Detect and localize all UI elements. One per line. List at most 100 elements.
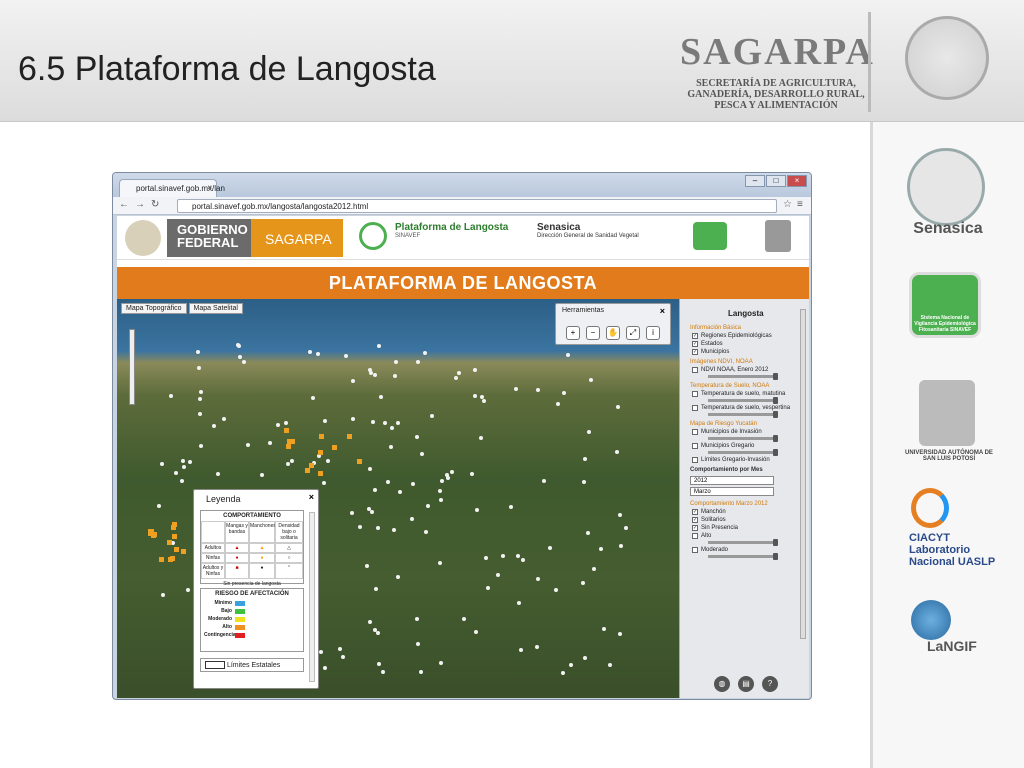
map-marker [438, 497, 443, 502]
map-marker [367, 619, 372, 624]
year-select[interactable]: 2012 [690, 476, 774, 485]
map-marker [623, 526, 628, 531]
uaslp-crest-icon [919, 380, 975, 446]
zoom-in-icon[interactable]: + [566, 326, 580, 340]
layer-manchon[interactable]: ✓ Manchón [680, 508, 809, 516]
map-marker-orange [170, 524, 176, 530]
map-marker [289, 459, 294, 464]
sidebar-scrollbar[interactable] [800, 309, 806, 639]
address-bar[interactable]: portal.sinavef.gob.mx/langosta/langosta2… [177, 199, 777, 213]
map-marker [555, 401, 560, 406]
temp-vespertina-slider[interactable] [708, 411, 778, 418]
pan-hand-icon[interactable]: ✋ [606, 326, 620, 340]
help-icon[interactable]: ? [762, 676, 778, 692]
info-icon[interactable]: i [646, 326, 660, 340]
browser-window: portal.sinavef.gob.mx/lan × – □ × ← → ↻ … [112, 172, 812, 700]
map-marker [456, 371, 461, 376]
map-marker [398, 489, 403, 494]
map-marker [197, 396, 202, 401]
map-marker [439, 478, 444, 483]
map-marker [414, 435, 419, 440]
alto-slider[interactable] [708, 539, 778, 546]
map-marker [351, 416, 356, 421]
map-marker [592, 566, 597, 571]
star-icon[interactable]: ☆ [783, 199, 792, 210]
risk-level-item: Contingencia [201, 631, 303, 639]
reload-icon[interactable]: ↻ [151, 199, 159, 210]
section-comportamiento-marzo: Comportamiento Marzo 2012 [690, 501, 768, 507]
map-marker [212, 423, 217, 428]
close-button[interactable]: × [787, 175, 807, 187]
tools-close-icon[interactable]: × [660, 306, 665, 316]
zoom-slider[interactable] [129, 329, 135, 405]
sidebar-title: Langosta [728, 309, 764, 318]
layer-temp-vespertina[interactable]: Temperatura de suelo, vespertina [680, 404, 809, 412]
tab-close-icon[interactable]: × [207, 183, 212, 192]
map-marker [410, 482, 415, 487]
tools-title: Herramientas [562, 307, 605, 314]
menu-icon[interactable]: ≡ [797, 199, 803, 210]
moderado-slider[interactable] [708, 553, 778, 560]
back-arrow-icon[interactable]: ← [119, 199, 129, 210]
map-marker [518, 648, 523, 653]
map-marker [340, 655, 345, 660]
layer-alto[interactable]: Alto [680, 532, 809, 540]
layer-temp-matutina[interactable]: Temperatura de suelo, matutina [680, 390, 809, 398]
map-marker [534, 644, 539, 649]
map-marker [508, 505, 513, 510]
map-marker [449, 469, 454, 474]
map-marker [515, 554, 520, 559]
browser-tab[interactable]: portal.sinavef.gob.mx/lan × [119, 179, 225, 197]
map-marker-orange [180, 549, 186, 555]
map-marker [388, 444, 393, 449]
forward-arrow-icon[interactable]: → [135, 199, 145, 210]
ndvi-opacity-slider[interactable] [708, 373, 778, 380]
layer-ndvi[interactable]: NDVI NOAA, Enero 2012 [680, 366, 809, 374]
full-extent-icon[interactable]: ⤢ [626, 326, 640, 340]
layer-municipios[interactable]: ✓ Municipios [680, 348, 809, 356]
ciacyt-label: CIACYT Laboratorio Nacional UASLP [909, 532, 996, 568]
sinavef-logo: Sistema Nacional de Vigilancia Epidemiol… [909, 272, 981, 338]
layer-estados[interactable]: ✓ Estados [680, 340, 809, 348]
map-marker-orange [174, 547, 180, 553]
map-marker [589, 377, 594, 382]
map-marker [536, 576, 541, 581]
riesgo-box: RIESGO DE AFECTACIÓN Mínimo Bajo Moderado A… [200, 588, 304, 652]
legend-scrollbar[interactable] [309, 512, 315, 682]
map-marker [618, 631, 623, 636]
map-marker [241, 359, 246, 364]
globe-icon[interactable]: ◍ [714, 676, 730, 692]
maximize-button[interactable]: □ [766, 175, 786, 187]
layer-moderado[interactable]: Moderado [680, 546, 809, 554]
mun-invasion-slider[interactable] [708, 435, 778, 442]
layer-mun-invasion[interactable]: Municipios de Invasión [680, 428, 809, 436]
legend-close-icon[interactable]: × [309, 492, 314, 502]
uaslp-site-crest-icon [765, 220, 791, 252]
layer-limites-gregario[interactable]: Límites Gregario-Invasión [680, 456, 809, 464]
map-type-topografico[interactable]: Mapa Topográfico [121, 303, 187, 314]
layer-regiones[interactable]: ✓ Regiones Epidemiológicas [680, 332, 809, 340]
id-card-icon[interactable]: ▤ [738, 676, 754, 692]
map-marker-orange [305, 468, 311, 474]
map-marker [260, 472, 265, 477]
map-canvas[interactable]: Mapa Topográfico Mapa Satelital Herramie… [117, 299, 679, 698]
minimize-button[interactable]: – [745, 175, 765, 187]
map-type-satelital[interactable]: Mapa Satelital [188, 303, 243, 314]
map-marker [416, 360, 421, 365]
temp-matutina-slider[interactable] [708, 397, 778, 404]
month-select[interactable]: Marzo [690, 487, 774, 496]
map-marker-orange [168, 556, 174, 562]
mun-gregario-slider[interactable] [708, 449, 778, 456]
map-marker [315, 352, 320, 357]
layer-solitarios[interactable]: ✓ Solitarios [680, 516, 809, 524]
mexico-eagle-icon [125, 220, 161, 256]
map-marker [414, 617, 419, 622]
tab-strip: portal.sinavef.gob.mx/lan × – □ × [113, 173, 811, 197]
layer-sin-presencia[interactable]: ✓ Sin Presencia [680, 524, 809, 532]
zoom-out-icon[interactable]: − [586, 326, 600, 340]
layer-mun-gregario[interactable]: Municipios Gregario [680, 442, 809, 450]
map-marker [237, 343, 242, 348]
slide-header: 6.5 Plataforma de Langosta SAGARPA SECRE… [0, 0, 1024, 122]
map-marker [382, 420, 387, 425]
map-marker [438, 561, 443, 566]
